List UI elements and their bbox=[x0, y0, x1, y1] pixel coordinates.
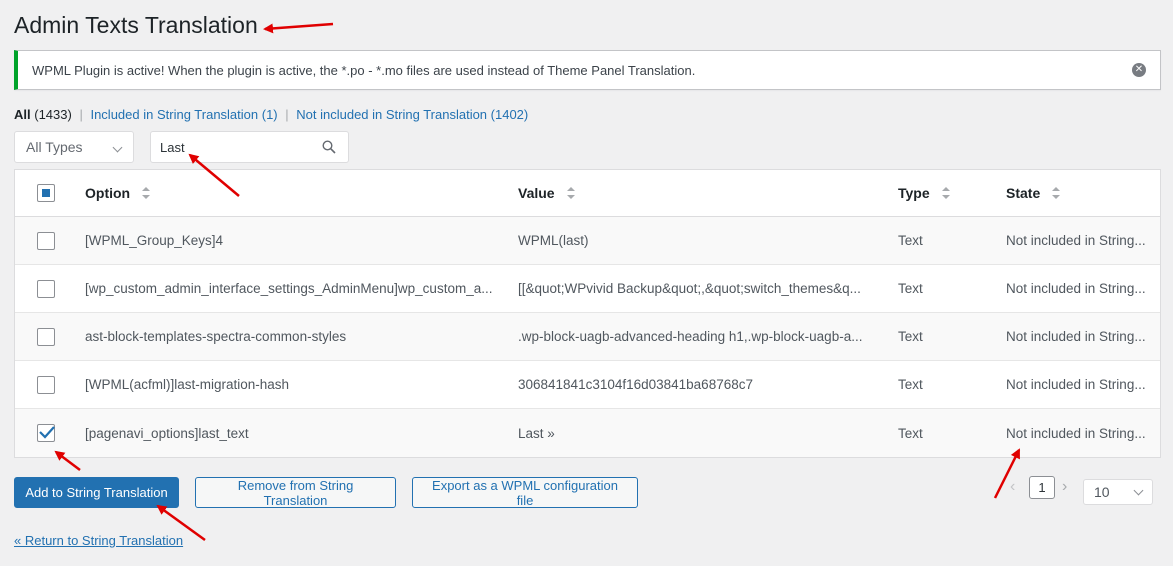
chevron-down-icon bbox=[112, 142, 123, 153]
current-page-input[interactable]: 1 bbox=[1029, 476, 1055, 499]
table-row: [WPML(acfml)]last-migration-hash 3068418… bbox=[15, 361, 1160, 409]
sort-icon bbox=[1052, 185, 1061, 201]
view-separator: | bbox=[285, 107, 289, 122]
column-option-header[interactable]: Option bbox=[85, 170, 501, 216]
per-page-value: 10 bbox=[1094, 484, 1110, 500]
select-all-checkbox[interactable] bbox=[37, 184, 55, 202]
type-filter-select[interactable]: All Types bbox=[14, 131, 134, 163]
row-state: Not included in String... bbox=[1006, 329, 1146, 344]
notice-text: WPML Plugin is active! When the plugin i… bbox=[32, 62, 696, 78]
sort-icon bbox=[941, 185, 950, 201]
close-circle-icon[interactable]: ✕ bbox=[1132, 63, 1146, 77]
column-state-header[interactable]: State bbox=[1006, 170, 1156, 216]
row-value: WPML(last) bbox=[518, 233, 589, 248]
row-type: Text bbox=[898, 425, 923, 441]
row-option: ast-block-templates-spectra-common-style… bbox=[85, 329, 347, 344]
admin-texts-table: Option Value Type State [WPML_Group_Keys… bbox=[14, 169, 1161, 458]
row-state: Not included in String... bbox=[1006, 425, 1146, 441]
table-row: [WPML_Group_Keys]4 WPML(last) Text Not i… bbox=[15, 217, 1160, 265]
column-type-header[interactable]: Type bbox=[898, 170, 988, 216]
return-to-string-translation-link[interactable]: « Return to String Translation bbox=[14, 533, 183, 548]
sort-icon bbox=[566, 185, 575, 201]
chevron-down-icon bbox=[1133, 485, 1144, 496]
row-value: 306841841c3104f16d03841ba68768c7 bbox=[518, 377, 753, 392]
row-state: Not included in String... bbox=[1006, 233, 1146, 248]
row-checkbox[interactable] bbox=[37, 279, 55, 298]
row-option: [wp_custom_admin_interface_settings_Admi… bbox=[85, 281, 493, 296]
next-page-icon[interactable]: › bbox=[1062, 478, 1067, 496]
row-checkbox[interactable] bbox=[37, 424, 55, 442]
table-header-row: Option Value Type State bbox=[15, 170, 1160, 217]
row-value: .wp-block-uagb-advanced-heading h1,.wp-b… bbox=[518, 329, 863, 344]
table-row: ast-block-templates-spectra-common-style… bbox=[15, 313, 1160, 361]
column-value-header[interactable]: Value bbox=[518, 170, 883, 216]
row-checkbox[interactable] bbox=[37, 327, 55, 346]
remove-from-string-translation-button[interactable]: Remove from String Translation bbox=[195, 477, 396, 508]
export-wpml-config-button[interactable]: Export as a WPML configuration file bbox=[412, 477, 638, 508]
row-option: [WPML(acfml)]last-migration-hash bbox=[85, 377, 290, 392]
row-type: Text bbox=[898, 233, 923, 248]
prev-page-icon[interactable]: ‹ bbox=[1010, 478, 1015, 496]
add-to-string-translation-button[interactable]: Add to String Translation bbox=[14, 477, 179, 508]
row-value: [[&quot;WPvivid Backup&quot;,&quot;switc… bbox=[518, 281, 861, 296]
table-row: [pagenavi_options]last_text Last » Text … bbox=[15, 409, 1160, 457]
row-type: Text bbox=[898, 377, 923, 392]
annotation-arrow bbox=[263, 22, 334, 34]
view-all[interactable]: All (1433) bbox=[14, 107, 72, 122]
type-filter-value: All Types bbox=[26, 139, 83, 155]
row-type: Text bbox=[898, 329, 923, 344]
row-state: Not included in String... bbox=[1006, 281, 1146, 296]
row-state: Not included in String... bbox=[1006, 377, 1146, 392]
sort-icon bbox=[142, 185, 151, 201]
row-checkbox[interactable] bbox=[37, 231, 55, 250]
search-box[interactable] bbox=[150, 131, 349, 163]
row-type: Text bbox=[898, 281, 923, 296]
per-page-select[interactable]: 10 bbox=[1083, 479, 1153, 505]
wpml-active-notice: WPML Plugin is active! When the plugin i… bbox=[14, 50, 1161, 90]
row-option: [WPML_Group_Keys]4 bbox=[85, 233, 224, 248]
view-included[interactable]: Included in String Translation (1) bbox=[90, 107, 277, 122]
checkmark-icon bbox=[39, 426, 55, 439]
search-icon[interactable] bbox=[322, 140, 336, 154]
page-title: Admin Texts Translation bbox=[14, 12, 258, 38]
search-input[interactable] bbox=[151, 132, 311, 162]
row-value: Last » bbox=[518, 425, 555, 441]
view-separator: | bbox=[79, 107, 83, 122]
row-option: [pagenavi_options]last_text bbox=[85, 425, 249, 441]
row-checkbox[interactable] bbox=[37, 375, 55, 394]
table-row: [wp_custom_admin_interface_settings_Admi… bbox=[15, 265, 1160, 313]
view-not-included[interactable]: Not included in String Translation (1402… bbox=[296, 107, 528, 122]
view-filters: All (1433) | Included in String Translat… bbox=[14, 107, 528, 122]
